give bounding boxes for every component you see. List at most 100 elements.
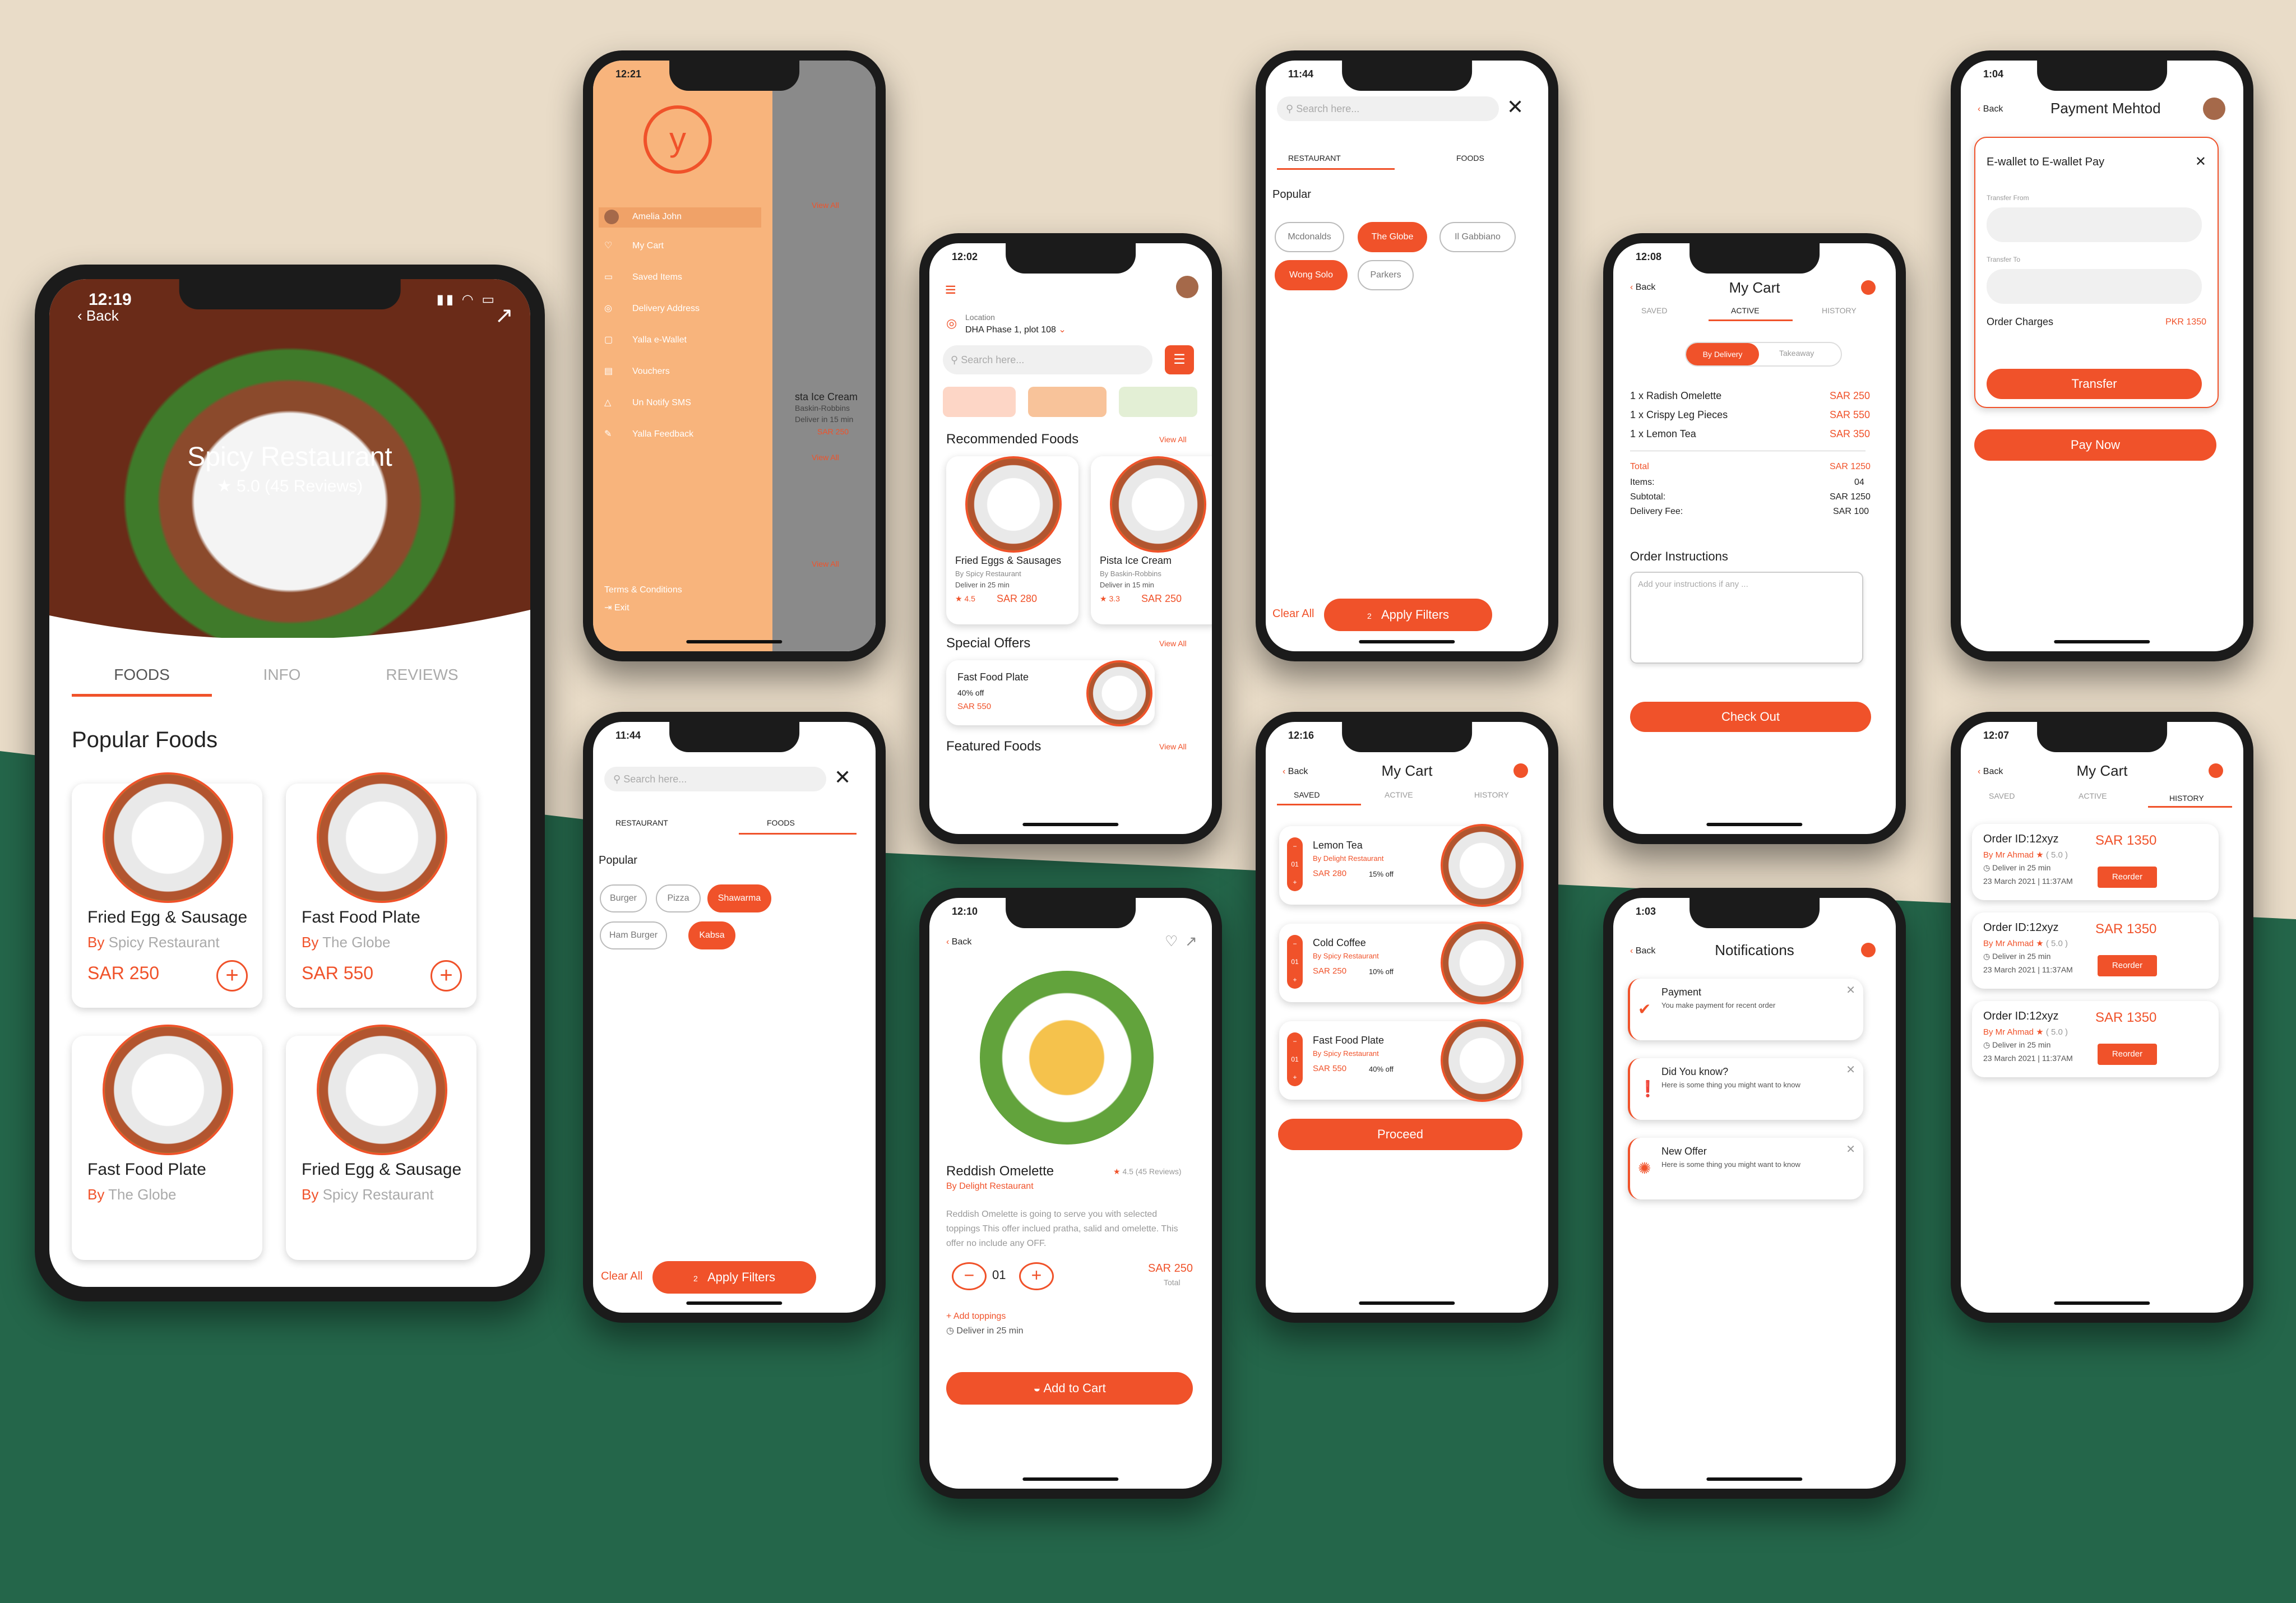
location-value[interactable]: DHA Phase 1, plot 108 ⌄ bbox=[965, 324, 1066, 335]
terms-link[interactable]: Terms & Conditions bbox=[604, 585, 682, 595]
tab-restaurant[interactable]: RESTAURANT bbox=[615, 818, 668, 827]
close-icon[interactable]: ✕ bbox=[1846, 1063, 1855, 1077]
search-input[interactable]: ⚲ Search here... bbox=[1277, 96, 1499, 121]
cart-item[interactable]: −01 + Lemon Tea By Delight Restaurant SAR… bbox=[1279, 824, 1524, 907]
notification-card[interactable]: ❗ Did You know? Here is some thing you m… bbox=[1628, 1058, 1863, 1120]
back-button[interactable]: ‹ Back bbox=[77, 307, 119, 325]
food-card[interactable]: Fast Food Plate By The Globe bbox=[72, 1025, 262, 1260]
instructions-input[interactable]: Add your instructions if any ... bbox=[1630, 572, 1863, 664]
back-button[interactable]: ‹ Back bbox=[946, 937, 971, 947]
chip[interactable]: Parkers bbox=[1358, 260, 1414, 290]
menu-item[interactable]: Vouchers bbox=[632, 367, 670, 377]
quantity-stepper[interactable]: −01 + bbox=[1287, 935, 1303, 989]
tab-history[interactable]: HISTORY bbox=[1822, 306, 1857, 315]
chip[interactable]: Pizza bbox=[656, 884, 701, 912]
increase-button[interactable]: + bbox=[1019, 1262, 1054, 1290]
cart-item[interactable]: −01 + Cold Coffee By Spicy Restaurant SAR… bbox=[1279, 921, 1524, 1004]
close-icon[interactable]: ✕ bbox=[1846, 983, 1855, 997]
menu-item[interactable]: Un Notify SMS bbox=[632, 398, 691, 408]
share-icon[interactable]: ↗ bbox=[1185, 933, 1197, 950]
tab-restaurant[interactable]: RESTAURANT bbox=[1288, 154, 1341, 163]
add-icon[interactable]: + bbox=[216, 960, 248, 992]
order-card[interactable]: Order ID:12xyz SAR 1350 By Mr Ahmad ★ ( … bbox=[1972, 1001, 2219, 1077]
back-button[interactable]: ‹ Back bbox=[1978, 104, 2003, 114]
tab-active[interactable]: ACTIVE bbox=[1731, 306, 1760, 315]
close-icon[interactable]: ✕ bbox=[1507, 95, 1524, 119]
cart-badge-icon[interactable] bbox=[2209, 763, 2223, 778]
reorder-button[interactable]: Reorder bbox=[2098, 1044, 2157, 1065]
food-card[interactable]: Fried Egg & Sausage By Spicy Restaurant … bbox=[72, 772, 262, 1008]
reorder-button[interactable]: Reorder bbox=[2098, 867, 2157, 888]
by-delivery-option[interactable]: By Delivery bbox=[1686, 343, 1759, 365]
tab-history[interactable]: HISTORY bbox=[1474, 790, 1509, 799]
proceed-button[interactable]: Proceed bbox=[1278, 1119, 1522, 1150]
apply-filters-button[interactable]: 2 Apply Filters bbox=[1324, 599, 1492, 631]
transfer-from-input[interactable] bbox=[1987, 207, 2202, 242]
close-icon[interactable]: ✕ bbox=[2195, 154, 2206, 170]
tab-foods[interactable]: FOODS bbox=[1456, 154, 1484, 163]
pay-now-button[interactable]: Pay Now bbox=[1974, 429, 2216, 461]
tab-history[interactable]: HISTORY bbox=[2169, 794, 2204, 803]
view-all-link[interactable]: View All bbox=[1159, 742, 1187, 751]
close-icon[interactable]: ✕ bbox=[834, 766, 851, 789]
order-card[interactable]: Order ID:12xyz SAR 1350 By Mr Ahmad ★ ( … bbox=[1972, 824, 2219, 900]
add-toppings-link[interactable]: + Add toppings bbox=[946, 1312, 1006, 1322]
food-card[interactable]: Fried Egg & Sausage By Spicy Restaurant bbox=[286, 1025, 476, 1260]
clear-all-button[interactable]: Clear All bbox=[601, 1270, 642, 1283]
tab-info[interactable]: INFO bbox=[212, 666, 352, 684]
chip[interactable]: Wong Solo bbox=[1275, 260, 1348, 290]
chip[interactable]: Shawarma bbox=[707, 884, 771, 912]
chip[interactable]: Kabsa bbox=[688, 921, 735, 949]
quantity-stepper[interactable]: −01 + bbox=[1287, 837, 1303, 891]
search-input[interactable]: ⚲ Search here... bbox=[943, 345, 1152, 374]
quantity-stepper[interactable]: −01 + bbox=[1287, 1032, 1303, 1086]
view-all-link[interactable]: View All bbox=[1159, 435, 1187, 444]
tab-foods[interactable]: FOODS bbox=[72, 666, 212, 684]
close-icon[interactable]: ✕ bbox=[1846, 1142, 1855, 1156]
check-out-button[interactable]: Check Out bbox=[1630, 702, 1871, 732]
tab-active[interactable]: ACTIVE bbox=[2079, 791, 2107, 800]
menu-item[interactable]: Yalla Feedback bbox=[632, 429, 693, 439]
cart-item[interactable]: −01 + Fast Food Plate By Spicy Restaurant… bbox=[1279, 1019, 1524, 1102]
category-chip[interactable] bbox=[1119, 387, 1197, 417]
menu-item[interactable]: Yalla e-Wallet bbox=[632, 335, 687, 345]
takeaway-option[interactable]: Takeaway bbox=[1779, 349, 1814, 358]
reorder-button[interactable]: Reorder bbox=[2098, 955, 2157, 976]
category-chip[interactable] bbox=[943, 387, 1016, 417]
tab-active[interactable]: ACTIVE bbox=[1385, 790, 1413, 799]
search-input[interactable]: ⚲ Search here... bbox=[604, 767, 826, 791]
tab-saved[interactable]: SAVED bbox=[1641, 306, 1667, 315]
food-card[interactable]: Fried Eggs & Sausages By Spicy Restauran… bbox=[946, 456, 1078, 624]
chip[interactable]: Mcdonalds bbox=[1275, 222, 1344, 252]
heart-icon[interactable]: ♡ bbox=[1165, 933, 1178, 950]
chip[interactable]: Il Gabbiano bbox=[1439, 222, 1516, 252]
clear-all-button[interactable]: Clear All bbox=[1272, 608, 1314, 620]
view-all-link[interactable]: View All bbox=[1159, 639, 1187, 648]
food-card[interactable]: Fast Food Plate By The Globe SAR 550 + bbox=[286, 772, 476, 1008]
notification-card[interactable]: ✔ Payment You make payment for recent or… bbox=[1628, 979, 1863, 1040]
menu-item[interactable]: Amelia John bbox=[632, 212, 682, 222]
chip[interactable]: Ham Burger bbox=[600, 921, 667, 949]
tab-reviews[interactable]: REVIEWS bbox=[352, 666, 492, 684]
category-chip[interactable] bbox=[1028, 387, 1107, 417]
avatar[interactable] bbox=[1176, 276, 1198, 298]
avatar[interactable] bbox=[2203, 98, 2225, 120]
menu-icon[interactable]: ≡ bbox=[945, 279, 956, 301]
filter-icon[interactable]: ☰ bbox=[1165, 345, 1194, 374]
menu-item[interactable]: My Cart bbox=[632, 241, 664, 251]
notification-badge-icon[interactable] bbox=[1861, 943, 1876, 957]
cart-badge-icon[interactable] bbox=[1861, 280, 1876, 295]
food-card[interactable]: Pista Ice Cream By Baskin-Robbins Delive… bbox=[1091, 456, 1212, 624]
menu-item[interactable]: Saved Items bbox=[632, 272, 682, 282]
transfer-to-input[interactable] bbox=[1987, 269, 2202, 304]
tab-saved[interactable]: SAVED bbox=[1294, 790, 1320, 799]
cart-badge-icon[interactable] bbox=[1513, 763, 1528, 778]
chip[interactable]: Burger bbox=[600, 884, 647, 912]
apply-filters-button[interactable]: 2 Apply Filters bbox=[652, 1261, 816, 1294]
notification-card[interactable]: ✺ New Offer Here is some thing you might… bbox=[1628, 1138, 1863, 1199]
share-icon[interactable]: ↗ bbox=[494, 303, 513, 328]
chip[interactable]: The Globe bbox=[1358, 222, 1427, 252]
offer-card[interactable]: Fast Food Plate 40% off SAR 550 bbox=[946, 660, 1155, 726]
order-card[interactable]: Order ID:12xyz SAR 1350 By Mr Ahmad ★ ( … bbox=[1972, 912, 2219, 989]
transfer-button[interactable]: Transfer bbox=[1987, 369, 2202, 399]
